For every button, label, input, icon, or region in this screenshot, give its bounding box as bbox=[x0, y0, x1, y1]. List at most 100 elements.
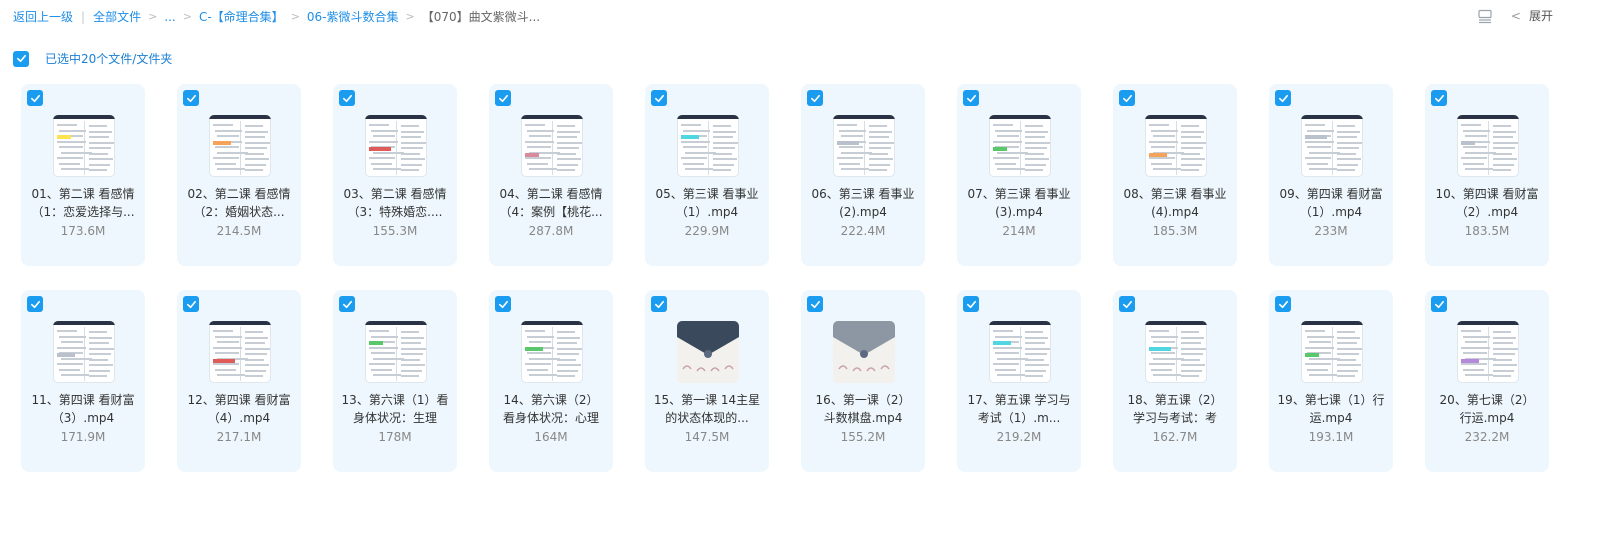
file-card[interactable]: 14、第六课（2） 看身体状况：心理 164M bbox=[489, 290, 613, 472]
file-name-line: 身体状况：生理 bbox=[352, 411, 437, 425]
file-size: 183.5M bbox=[1464, 224, 1510, 238]
file-name: 10、第四课 看财富 （2）.mp4 bbox=[1431, 185, 1543, 221]
file-checkbox[interactable] bbox=[651, 296, 667, 312]
file-checkbox[interactable] bbox=[807, 296, 823, 312]
file-card[interactable]: 15、第一课 14主星 的状态体现的... 147.5M bbox=[645, 290, 769, 472]
file-name-line: 02、第二课 看感情 bbox=[187, 187, 291, 201]
breadcrumb: 返回上一级 | 全部文件 > ... > C-【命理合集】 > 06-紫微斗数合… bbox=[13, 8, 540, 25]
file-card[interactable]: 10、第四课 看财富 （2）.mp4 183.5M bbox=[1425, 84, 1549, 266]
breadcrumb-ellipsis[interactable]: ... bbox=[164, 10, 175, 24]
file-checkbox[interactable] bbox=[1431, 296, 1447, 312]
expand-button[interactable]: 展开 bbox=[1529, 7, 1553, 24]
selection-bar: 已选中20个文件/文件夹 bbox=[13, 50, 172, 67]
file-checkbox[interactable] bbox=[807, 90, 823, 106]
file-checkbox[interactable] bbox=[1119, 296, 1135, 312]
file-name-line: 19、第七课（1）行 bbox=[1277, 393, 1385, 407]
file-name-line: 18、第五课（2） bbox=[1127, 393, 1223, 407]
file-name-line: 10、第四课 看财富 bbox=[1435, 187, 1539, 201]
file-card[interactable]: 19、第七课（1）行 运.mp4 193.1M bbox=[1269, 290, 1393, 472]
file-checkbox[interactable] bbox=[963, 296, 979, 312]
file-name-line: 16、第一课（2） bbox=[815, 393, 911, 407]
video-thumbnail bbox=[677, 115, 739, 177]
file-card[interactable]: 20、第七课（2） 行运.mp4 232.2M bbox=[1425, 290, 1549, 472]
file-name: 04、第二课 看感情 （4：案例【桃花... bbox=[495, 185, 607, 221]
file-card[interactable]: 08、第三课 看事业 (4).mp4 185.3M bbox=[1113, 84, 1237, 266]
file-checkbox[interactable] bbox=[1431, 90, 1447, 106]
file-card[interactable]: 03、第二课 看感情 （3：特殊婚恋.... 155.3M bbox=[333, 84, 457, 266]
all-files-link[interactable]: 全部文件 bbox=[93, 8, 141, 25]
breadcrumb-folder-c[interactable]: C-【命理合集】 bbox=[199, 8, 284, 25]
file-checkbox[interactable] bbox=[651, 90, 667, 106]
file-card[interactable]: 11、第四课 看财富 （3）.mp4 171.9M bbox=[21, 290, 145, 472]
file-name-line: 12、第四课 看财富 bbox=[187, 393, 291, 407]
file-card[interactable]: 18、第五课（2） 学习与考试：考 162.7M bbox=[1113, 290, 1237, 472]
file-card[interactable]: 13、第六课（1）看 身体状况：生理 178M bbox=[333, 290, 457, 472]
file-card[interactable]: 12、第四课 看财富 （4）.mp4 217.1M bbox=[177, 290, 301, 472]
file-name: 05、第三课 看事业 （1）.mp4 bbox=[651, 185, 763, 221]
file-checkbox[interactable] bbox=[495, 90, 511, 106]
file-checkbox[interactable] bbox=[1275, 90, 1291, 106]
file-name: 14、第六课（2） 看身体状况：心理 bbox=[495, 391, 607, 427]
file-card[interactable]: 09、第四课 看财富 （1）.mp4 233M bbox=[1269, 84, 1393, 266]
file-card[interactable]: 05、第三课 看事业 （1）.mp4 229.9M bbox=[645, 84, 769, 266]
breadcrumb-folder-06[interactable]: 06-紫微斗数合集 bbox=[307, 8, 399, 25]
file-card[interactable]: 06、第三课 看事业 (2).mp4 222.4M bbox=[801, 84, 925, 266]
list-view-icon[interactable] bbox=[1477, 8, 1493, 24]
video-thumbnail bbox=[1301, 115, 1363, 177]
file-name-line: (4).mp4 bbox=[1151, 205, 1199, 219]
file-checkbox[interactable] bbox=[339, 296, 355, 312]
file-name-line: 看身体状况：心理 bbox=[502, 411, 599, 425]
file-name-line: 03、第二课 看感情 bbox=[343, 187, 447, 201]
video-thumbnail bbox=[209, 115, 271, 177]
file-checkbox[interactable] bbox=[1119, 90, 1135, 106]
file-size: 185.3M bbox=[1152, 224, 1198, 238]
file-size: 214.5M bbox=[216, 224, 262, 238]
file-checkbox[interactable] bbox=[27, 90, 43, 106]
file-name-line: 考试（1）.m... bbox=[977, 411, 1061, 425]
file-checkbox[interactable] bbox=[495, 296, 511, 312]
file-name-line: 运.mp4 bbox=[1309, 411, 1353, 425]
file-name-line: （4）.mp4 bbox=[207, 411, 271, 425]
file-card[interactable]: 02、第二课 看感情 （2：婚姻状态... 214.5M bbox=[177, 84, 301, 266]
file-checkbox[interactable] bbox=[183, 296, 199, 312]
back-link[interactable]: 返回上一级 bbox=[13, 8, 73, 25]
file-name: 13、第六课（1）看 身体状况：生理 bbox=[339, 391, 451, 427]
file-name-line: (3).mp4 bbox=[995, 205, 1043, 219]
file-name: 20、第七课（2） 行运.mp4 bbox=[1431, 391, 1543, 427]
file-card[interactable]: 16、第一课（2） 斗数棋盘.mp4 155.2M bbox=[801, 290, 925, 472]
file-name-line: （2：婚姻状态... bbox=[193, 205, 285, 219]
chevron-right-icon: > bbox=[405, 10, 415, 23]
file-checkbox[interactable] bbox=[339, 90, 355, 106]
chevron-right-icon: > bbox=[182, 10, 192, 23]
file-name-line: （1）.mp4 bbox=[675, 205, 739, 219]
video-thumbnail bbox=[365, 321, 427, 383]
file-size: 193.1M bbox=[1308, 430, 1354, 444]
file-name-line: 行运.mp4 bbox=[1459, 411, 1515, 425]
file-name-line: 09、第四课 看财富 bbox=[1279, 187, 1383, 201]
file-checkbox[interactable] bbox=[1275, 296, 1291, 312]
selection-count: 已选中20个文件/文件夹 bbox=[45, 52, 173, 66]
file-name: 03、第二课 看感情 （3：特殊婚恋.... bbox=[339, 185, 451, 221]
select-all-checkbox[interactable] bbox=[13, 50, 29, 67]
file-size: 229.9M bbox=[684, 224, 730, 238]
breadcrumb-current: 【070】曲文紫微斗... bbox=[421, 10, 541, 24]
file-size: 214M bbox=[1002, 224, 1036, 238]
file-card[interactable]: 01、第二课 看感情 （1：恋爱选择与... 173.6M bbox=[21, 84, 145, 266]
file-card[interactable]: 07、第三课 看事业 (3).mp4 214M bbox=[957, 84, 1081, 266]
file-size: 162.7M bbox=[1152, 430, 1198, 444]
video-thumbnail bbox=[833, 115, 895, 177]
file-card[interactable]: 04、第二课 看感情 （4：案例【桃花... 287.8M bbox=[489, 84, 613, 266]
file-name: 17、第五课 学习与 考试（1）.m... bbox=[963, 391, 1075, 427]
file-card[interactable]: 17、第五课 学习与 考试（1）.m... 219.2M bbox=[957, 290, 1081, 472]
file-name: 18、第五课（2） 学习与考试：考 bbox=[1119, 391, 1231, 427]
file-name-line: 04、第二课 看感情 bbox=[499, 187, 603, 201]
file-size: 147.5M bbox=[684, 430, 730, 444]
file-checkbox[interactable] bbox=[183, 90, 199, 106]
video-thumbnail bbox=[53, 321, 115, 383]
file-checkbox[interactable] bbox=[27, 296, 43, 312]
video-thumbnail bbox=[1457, 115, 1519, 177]
file-size: 287.8M bbox=[528, 224, 574, 238]
breadcrumb-divider: | bbox=[81, 9, 86, 24]
file-checkbox[interactable] bbox=[963, 90, 979, 106]
chevron-left-icon[interactable]: < bbox=[1511, 9, 1521, 23]
